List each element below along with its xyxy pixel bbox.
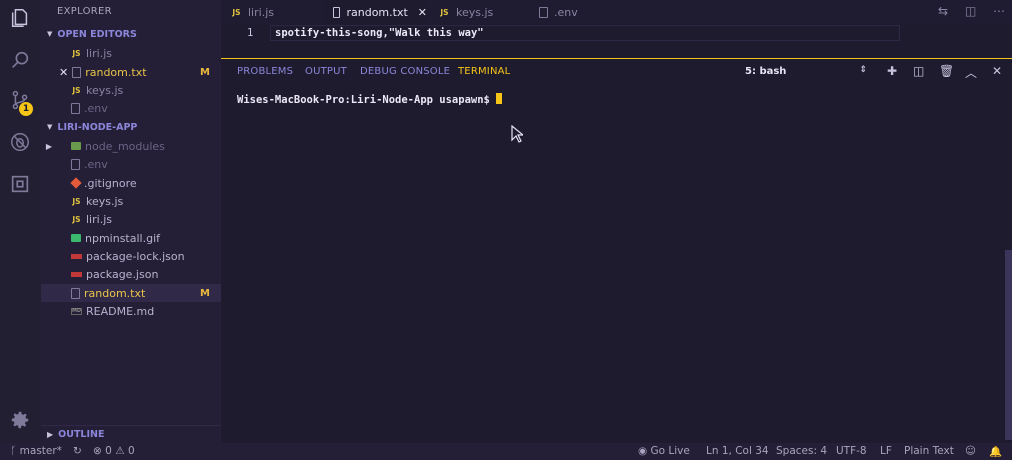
files-icon[interactable] [8, 6, 32, 30]
open-editor-env[interactable]: .env [41, 99, 221, 117]
git-branch-icon: ᚴ [10, 445, 17, 457]
cursor-position[interactable]: Ln 1, Col 34 [706, 445, 769, 457]
chevron-right-icon: ▶ [45, 141, 53, 151]
feedback-smiley-icon[interactable]: ☺ [965, 445, 976, 457]
editor-tab-bar: JS liri.js random.txt ✕ JS keys.js .env … [221, 0, 1012, 24]
tree-item-gitignore[interactable]: .gitignore [41, 174, 221, 192]
mouse-pointer-icon [511, 125, 523, 143]
settings-gear-icon[interactable] [8, 408, 32, 432]
open-editors-header[interactable]: ▼ OPEN EDITORS [41, 26, 221, 42]
more-actions-icon[interactable]: ⋯ [993, 4, 1005, 18]
line-endings[interactable]: LF [880, 445, 892, 457]
text-file-icon [71, 102, 80, 114]
npm-icon [71, 271, 82, 277]
terminal-select[interactable]: 5: bash ⇕ [745, 65, 867, 77]
encoding[interactable]: UTF-8 [836, 445, 867, 457]
tab-env[interactable]: .env [529, 0, 627, 24]
close-icon[interactable]: ✕ [418, 6, 427, 19]
js-file-icon: JS [232, 7, 241, 17]
tree-item-npminstall-gif[interactable]: npminstall.gif [41, 229, 221, 247]
line-number: 1 [247, 27, 254, 39]
js-file-icon: JS [72, 48, 81, 58]
open-editor-random-txt[interactable]: ✕ random.txt M [41, 63, 221, 81]
js-file-icon: JS [72, 196, 81, 206]
problems-indicator[interactable]: ⊗ 0 ⚠ 0 [93, 445, 135, 457]
text-file-icon [72, 66, 82, 78]
text-file-icon [71, 158, 80, 170]
bottom-panel: PROBLEMS OUTPUT DEBUG CONSOLE TERMINAL 5… [221, 58, 1012, 443]
open-editor-liri-js[interactable]: JS liri.js [41, 44, 221, 62]
new-terminal-icon[interactable]: ✚ [887, 64, 897, 78]
status-bar: ᚴ master* ↻ ⊗ 0 ⚠ 0 ◉ Go Live Ln 1, Col … [0, 443, 1012, 460]
code-line[interactable]: spotify-this-song,"Walk this way" [275, 27, 484, 39]
modified-badge: M [200, 66, 210, 78]
close-panel-icon[interactable]: ✕ [992, 64, 1002, 78]
tab-liri-js[interactable]: JS liri.js [221, 0, 321, 24]
tab-terminal[interactable]: TERMINAL [458, 66, 510, 77]
js-file-icon: JS [440, 7, 449, 17]
git-icon [70, 177, 82, 189]
folder-icon [71, 142, 81, 150]
chevron-down-icon: ▼ [47, 123, 53, 131]
tree-item-env[interactable]: .env [41, 155, 221, 173]
search-icon[interactable] [8, 48, 32, 72]
tree-item-node-modules[interactable]: ▶ node_modules [41, 137, 221, 155]
js-file-icon: JS [72, 85, 81, 95]
text-file-icon [539, 6, 548, 18]
tab-debug-console[interactable]: DEBUG CONSOLE [360, 66, 450, 77]
activity-bar: 1 [0, 0, 41, 443]
tree-item-liri-js[interactable]: JS liri.js [41, 210, 221, 228]
explorer-sidebar: EXPLORER ▼ OPEN EDITORS JS liri.js ✕ ran… [41, 0, 221, 443]
split-terminal-icon[interactable]: ◫ [913, 64, 924, 78]
notifications-bell-icon[interactable]: 🔔 [989, 445, 1002, 458]
tree-item-package-lock-json[interactable]: package-lock.json [41, 247, 221, 265]
tree-item-keys-js[interactable]: JS keys.js [41, 192, 221, 210]
branch-indicator[interactable]: ᚴ master* [10, 445, 62, 457]
trash-icon[interactable]: 🗑 [939, 64, 954, 78]
warning-icon: ⚠ [115, 445, 125, 457]
broadcast-icon: ◉ [638, 445, 648, 457]
tab-problems[interactable]: PROBLEMS [237, 66, 293, 77]
maximize-panel-icon[interactable]: ︿ [965, 64, 977, 81]
sync-icon[interactable]: ↻ [73, 445, 82, 457]
tree-item-readme-md[interactable]: MD README.md [41, 302, 221, 320]
indentation[interactable]: Spaces: 4 [776, 445, 827, 457]
scm-badge: 1 [19, 102, 33, 116]
debug-icon[interactable] [8, 130, 32, 154]
text-file-icon [71, 287, 80, 299]
extensions-icon[interactable] [8, 172, 32, 196]
explorer-title: EXPLORER [57, 6, 112, 17]
language-mode[interactable]: Plain Text [904, 445, 954, 457]
close-icon[interactable]: ✕ [59, 66, 68, 79]
tree-item-package-json[interactable]: package.json [41, 265, 221, 283]
chevron-down-icon: ▼ [47, 30, 53, 38]
tab-keys-js[interactable]: JS keys.js [429, 0, 529, 24]
open-editor-keys-js[interactable]: JS keys.js [41, 81, 221, 99]
text-file-icon [333, 6, 341, 18]
open-changes-icon[interactable]: ⇆ [938, 4, 948, 18]
terminal-scrollbar[interactable] [1005, 250, 1012, 440]
markdown-icon: MD [71, 307, 82, 315]
error-icon: ⊗ [93, 445, 102, 457]
go-live-button[interactable]: ◉ Go Live [638, 445, 690, 457]
select-arrows-icon: ⇕ [859, 65, 867, 75]
npm-icon [71, 253, 82, 259]
split-editor-icon[interactable]: ◫ [965, 4, 976, 18]
tab-output[interactable]: OUTPUT [305, 66, 347, 77]
tree-item-random-txt[interactable]: random.txt M [41, 284, 221, 302]
chevron-right-icon: ▶ [47, 430, 54, 439]
js-file-icon: JS [72, 214, 81, 224]
project-header[interactable]: ▼ LIRI-NODE-APP [41, 119, 221, 135]
terminal-prompt[interactable]: Wises-MacBook-Pro:Liri-Node-App usapawn$ [237, 93, 502, 106]
modified-badge: M [200, 287, 210, 299]
terminal-cursor [495, 93, 502, 104]
outline-header[interactable]: ▶ OUTLINE [41, 425, 221, 443]
editor-area[interactable]: 1 spotify-this-song,"Walk this way" [221, 24, 1012, 58]
image-icon [71, 234, 81, 242]
tab-random-txt[interactable]: random.txt ✕ [323, 0, 427, 24]
